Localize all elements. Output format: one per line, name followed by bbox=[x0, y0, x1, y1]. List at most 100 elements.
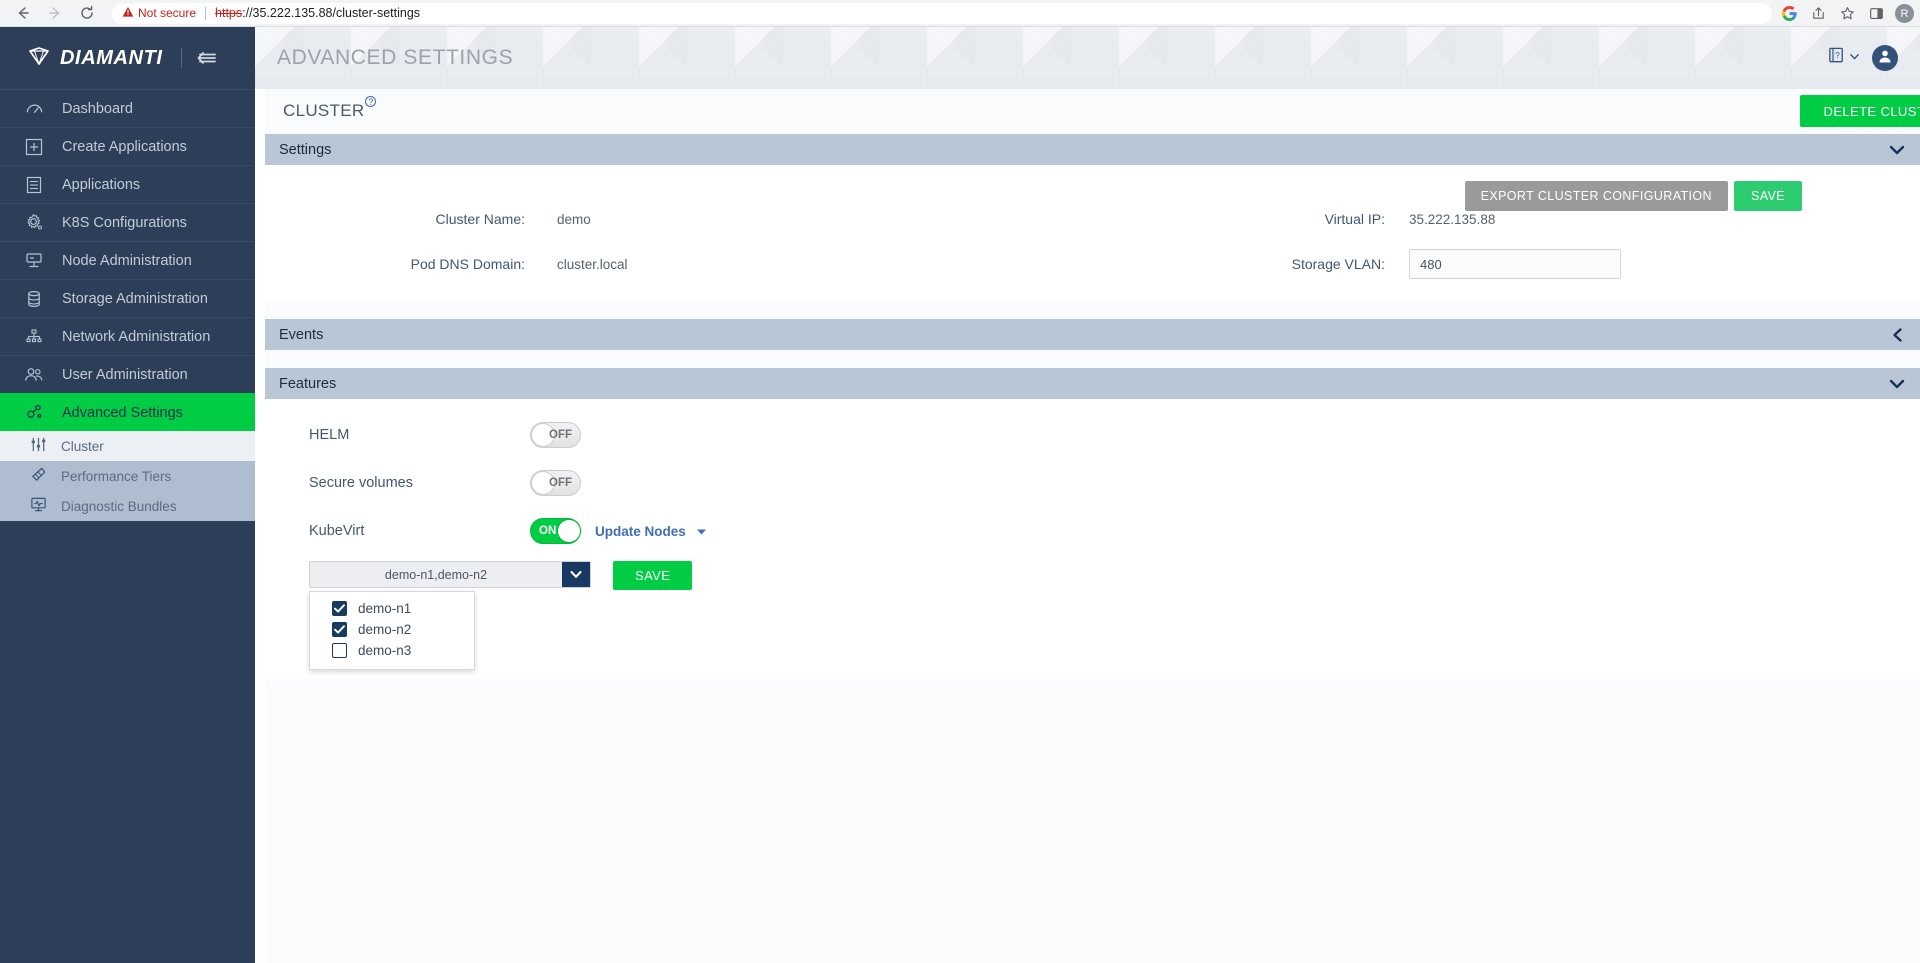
cluster-heading-text: CLUSTER bbox=[283, 101, 365, 121]
section-header-features[interactable]: Features bbox=[265, 368, 1920, 399]
update-nodes-dropdown-button[interactable]: Update Nodes bbox=[595, 524, 707, 539]
update-nodes-label: Update Nodes bbox=[595, 523, 686, 539]
sidebar-item-label: Applications bbox=[62, 176, 141, 193]
header-actions: ? bbox=[1827, 45, 1898, 71]
sidebar-item-label: Storage Administration bbox=[62, 290, 208, 307]
sidebar-item-label: Dashboard bbox=[62, 100, 133, 117]
chevron-left-icon[interactable] bbox=[1890, 327, 1906, 343]
chevron-down-icon bbox=[1849, 49, 1860, 67]
pod-dns-domain-value: cluster.local bbox=[557, 256, 628, 272]
bookmark-star-icon[interactable] bbox=[1837, 4, 1857, 24]
node-option-label: demo-n1 bbox=[358, 601, 412, 616]
kubevirt-toggle[interactable]: ON bbox=[530, 518, 581, 544]
sidebar-item-node-administration[interactable]: Node Administration bbox=[0, 241, 255, 279]
caret-down-icon bbox=[696, 524, 707, 539]
plus-square-icon bbox=[22, 138, 46, 156]
address-bar[interactable]: Not secure https://35.222.135.88/cluster… bbox=[112, 2, 1772, 24]
settings-save-button[interactable]: SAVE bbox=[1733, 181, 1802, 211]
kubevirt-toggle-state: ON bbox=[539, 525, 557, 537]
sidebar-item-label: Advanced Settings bbox=[62, 404, 183, 421]
delete-cluster-button[interactable]: DELETE CLUSTER bbox=[1799, 95, 1920, 127]
database-icon bbox=[22, 290, 46, 308]
node-multiselect[interactable]: demo-n1,demo-n2 bbox=[309, 561, 591, 588]
sidebar-item-storage-administration[interactable]: Storage Administration bbox=[0, 279, 255, 317]
url-rest: ://35.222.135.88/cluster-settings bbox=[242, 6, 421, 20]
app-header: ADVANCED SETTINGS ? bbox=[255, 27, 1920, 89]
help-tooltip-icon[interactable]: ? bbox=[365, 96, 377, 108]
list-document-icon bbox=[22, 176, 46, 194]
node-select-row: demo-n1,demo-n2 SAVE demo-n1 demo-n2 dem… bbox=[265, 561, 1920, 670]
brand-divider bbox=[180, 48, 182, 68]
sidebar-subitem-cluster[interactable]: Cluster bbox=[0, 431, 255, 461]
diagnostic-monitor-icon bbox=[30, 496, 47, 516]
share-icon[interactable] bbox=[1808, 4, 1828, 24]
cluster-heading: CLUSTER? bbox=[283, 96, 377, 121]
node-option-label: demo-n2 bbox=[358, 622, 412, 637]
feature-row-secure-volumes: Secure volumes OFF bbox=[265, 459, 1920, 507]
reload-button[interactable] bbox=[72, 1, 102, 25]
toggle-knob bbox=[557, 519, 581, 543]
virtual-ip-value: 35.222.135.88 bbox=[1409, 211, 1496, 227]
sidebar-item-k8s-configurations[interactable]: K8S Configurations bbox=[0, 203, 255, 241]
side-panel-icon[interactable] bbox=[1866, 4, 1886, 24]
sidebar-item-dashboard[interactable]: Dashboard bbox=[0, 89, 255, 127]
user-avatar[interactable] bbox=[1872, 45, 1898, 71]
sidebar-item-label: Network Administration bbox=[62, 328, 211, 345]
features-save-button[interactable]: SAVE bbox=[613, 561, 693, 590]
section-header-events[interactable]: Events bbox=[265, 319, 1920, 350]
help-menu-button[interactable]: ? bbox=[1827, 46, 1860, 70]
sidebar-item-label: Node Administration bbox=[62, 252, 192, 269]
url-text: https://35.222.135.88/cluster-settings bbox=[215, 6, 420, 20]
feature-row-kubevirt: KubeVirt ON Update Nodes bbox=[265, 507, 1920, 555]
layers-icon bbox=[30, 466, 47, 486]
section-title-events: Events bbox=[279, 326, 324, 343]
sidebar-item-applications[interactable]: Applications bbox=[0, 165, 255, 203]
node-multiselect-value: demo-n1,demo-n2 bbox=[384, 567, 488, 582]
node-option-demo-n3[interactable]: demo-n3 bbox=[310, 640, 474, 661]
sidebar-item-user-administration[interactable]: User Administration bbox=[0, 355, 255, 393]
section-header-settings[interactable]: Settings bbox=[265, 134, 1920, 165]
forward-button[interactable] bbox=[40, 1, 70, 25]
help-book-icon: ? bbox=[1827, 46, 1846, 70]
warning-triangle-icon bbox=[122, 6, 134, 21]
feature-row-helm: HELM OFF bbox=[265, 411, 1920, 459]
omnibox-divider bbox=[205, 6, 207, 20]
node-option-demo-n2[interactable]: demo-n2 bbox=[310, 619, 474, 640]
sidebar-subitem-performance-tiers[interactable]: Performance Tiers bbox=[0, 461, 255, 491]
collapse-sidebar-icon[interactable] bbox=[196, 50, 218, 66]
page-title: ADVANCED SETTINGS bbox=[277, 46, 514, 69]
server-node-icon bbox=[22, 252, 46, 270]
profile-avatar[interactable]: R bbox=[1895, 4, 1914, 23]
brand-logo[interactable]: DIAMANTI bbox=[0, 27, 255, 89]
sliders-icon bbox=[30, 436, 47, 456]
checkbox-unchecked-icon[interactable] bbox=[332, 643, 347, 658]
chevron-down-icon[interactable] bbox=[1888, 143, 1906, 157]
reload-icon bbox=[79, 5, 95, 21]
sidebar-item-advanced-settings[interactable]: Advanced Settings bbox=[0, 393, 255, 431]
chevron-down-icon[interactable] bbox=[1888, 377, 1906, 391]
field-row-cluster-name: Cluster Name: demo bbox=[265, 203, 628, 235]
sidebar-item-network-administration[interactable]: Network Administration bbox=[0, 317, 255, 355]
checkbox-checked-icon[interactable] bbox=[332, 622, 347, 637]
node-option-label: demo-n3 bbox=[358, 643, 412, 658]
helm-toggle[interactable]: OFF bbox=[530, 422, 581, 448]
main-content: CLUSTER? DELETE CLUSTER Settings EXPORT … bbox=[265, 89, 1920, 963]
browser-nav-buttons bbox=[0, 1, 102, 25]
settings-right-column: Virtual IP: 35.222.135.88 Storage VLAN: bbox=[1205, 203, 1621, 280]
google-icon[interactable] bbox=[1779, 4, 1799, 24]
cluster-header: CLUSTER? DELETE CLUSTER bbox=[265, 89, 1920, 134]
secure-volumes-label: Secure volumes bbox=[309, 475, 413, 491]
checkbox-checked-icon[interactable] bbox=[332, 601, 347, 616]
security-indicator[interactable]: Not secure bbox=[122, 6, 196, 21]
sidebar-subitem-label: Diagnostic Bundles bbox=[61, 498, 177, 514]
storage-vlan-input[interactable] bbox=[1409, 249, 1621, 279]
node-multiselect-menu: demo-n1 demo-n2 demo-n3 bbox=[309, 591, 475, 670]
node-option-demo-n1[interactable]: demo-n1 bbox=[310, 598, 474, 619]
back-button[interactable] bbox=[8, 1, 38, 25]
chevron-down-icon[interactable] bbox=[562, 562, 590, 587]
section-title-features: Features bbox=[279, 375, 337, 392]
sidebar-item-create-applications[interactable]: Create Applications bbox=[0, 127, 255, 165]
sidebar: DIAMANTI Dashboard Create Applications A… bbox=[0, 27, 255, 963]
secure-volumes-toggle[interactable]: OFF bbox=[530, 470, 581, 496]
sidebar-subitem-diagnostic-bundles[interactable]: Diagnostic Bundles bbox=[0, 491, 255, 521]
